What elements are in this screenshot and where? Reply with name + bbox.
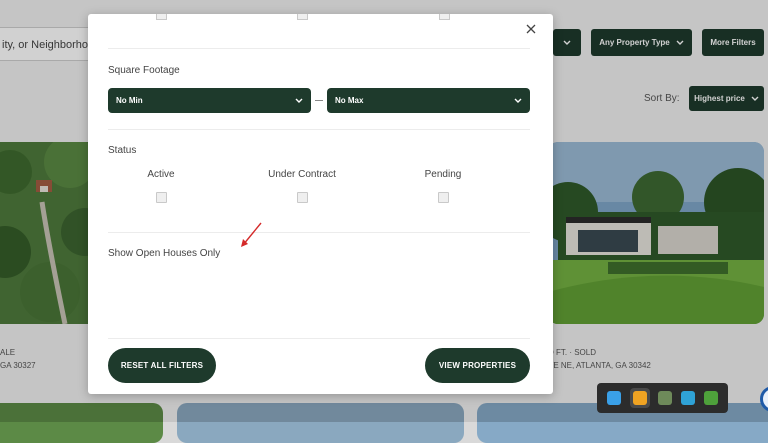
max-select-value: No Max <box>335 96 364 105</box>
status-option-under-contract-label: Under Contract <box>268 169 336 180</box>
checkbox[interactable] <box>439 14 450 20</box>
square-footage-label: Square Footage <box>108 65 180 76</box>
chevron-down-icon <box>514 98 522 103</box>
max-square-footage-select[interactable]: No Max <box>327 88 530 113</box>
status-option-active-label: Active <box>147 169 175 180</box>
view-button-label: VIEW PROPERTIES <box>438 361 517 370</box>
app-icon[interactable] <box>681 391 696 405</box>
status-under-contract-checkbox[interactable] <box>297 192 308 203</box>
status-option-pending-label: Pending <box>424 169 462 180</box>
view-properties-button[interactable]: VIEW PROPERTIES <box>425 348 530 383</box>
taskbar <box>597 383 728 413</box>
reset-button-label: RESET ALL FILTERS <box>120 361 204 370</box>
status-active-checkbox[interactable] <box>156 192 167 203</box>
range-dash <box>315 100 323 101</box>
min-square-footage-select[interactable]: No Min <box>108 88 311 113</box>
app-icon[interactable] <box>703 391 718 405</box>
annotation-arrow-icon <box>241 222 262 247</box>
app-icon[interactable] <box>658 391 673 405</box>
checkbox[interactable] <box>156 14 167 20</box>
divider <box>108 48 530 49</box>
checkbox[interactable] <box>297 14 308 20</box>
status-label: Status <box>108 145 137 156</box>
divider <box>108 338 530 339</box>
close-icon <box>526 24 536 34</box>
divider <box>108 129 530 130</box>
reset-all-filters-button[interactable]: RESET ALL FILTERS <box>108 348 216 383</box>
status-pending-checkbox[interactable] <box>438 192 449 203</box>
filters-modal: Square Footage No Min No Max Status Acti… <box>88 14 553 394</box>
app-icon[interactable] <box>607 391 622 405</box>
close-button[interactable] <box>524 22 538 36</box>
open-houses-label: Show Open Houses Only <box>108 248 221 259</box>
min-select-value: No Min <box>116 96 143 105</box>
chevron-down-icon <box>295 98 303 103</box>
app-icon-active[interactable] <box>629 388 650 408</box>
divider <box>108 232 530 233</box>
